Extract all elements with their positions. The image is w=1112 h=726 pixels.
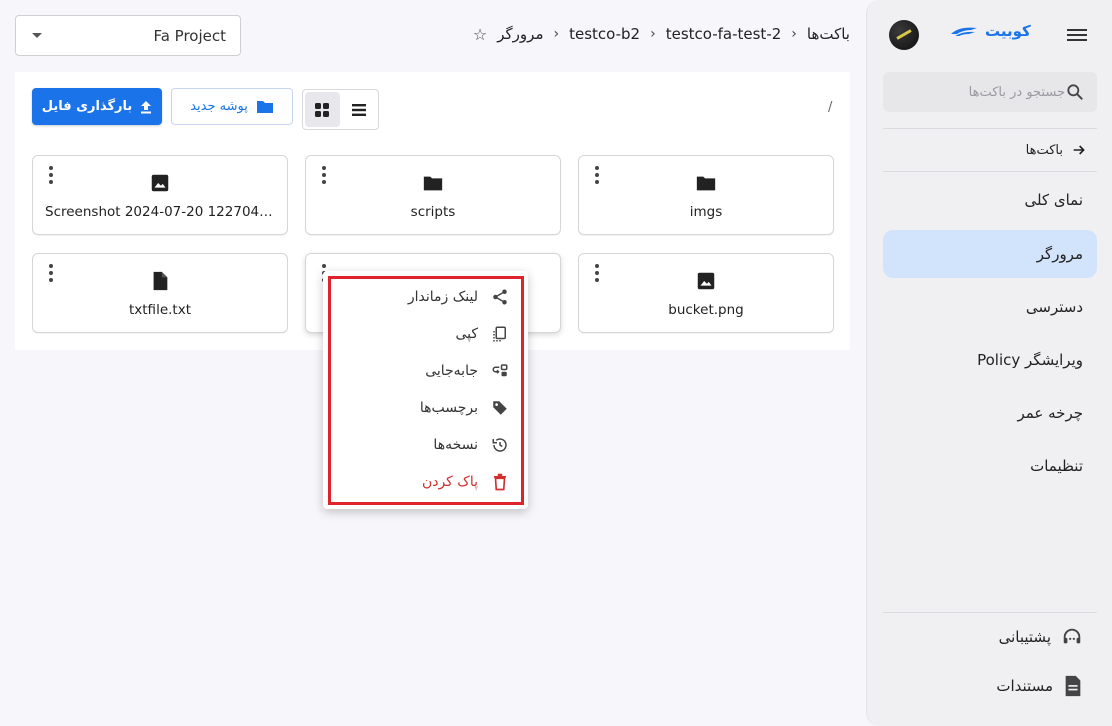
logo-icon [951,27,977,36]
copy-icon [490,324,510,344]
menu-icon[interactable] [1065,26,1089,44]
chevron-left-icon: ‹ [553,26,560,42]
menu-item-presigned-link[interactable]: لینک زماندار [323,279,528,315]
share-icon [490,287,510,307]
sidebar-item-lifecycle[interactable]: چرخه عمر [883,389,1097,437]
menu-item-delete[interactable]: پاک کردن [323,464,528,500]
menu-item-copy[interactable]: کپی [323,316,528,352]
divider [883,171,1097,172]
grid-view-button[interactable] [305,92,340,127]
move-icon [490,361,510,381]
menu-item-label: نسخه‌ها [433,437,478,453]
more-vert-icon[interactable] [318,166,330,186]
search-input[interactable] [895,84,1065,100]
file-card[interactable]: scripts [305,155,561,235]
file-name: scripts [410,204,456,220]
chevron-left-icon: ‹ [650,26,656,42]
more-vert-icon[interactable] [45,166,57,186]
divider [883,612,1097,613]
docs-label: مستندات [996,677,1053,695]
tag-icon [490,398,510,418]
sidebar-item-policy-editor[interactable]: ویرایشگر Policy [883,336,1097,384]
view-toggle [302,89,379,130]
docs-link[interactable]: مستندات [883,671,1097,701]
breadcrumb: باکت‌ها ‹ testco-fa-test-2 ‹ testco-b2 ‹… [473,22,850,46]
new-folder-button[interactable]: پوشه جدید [171,88,293,125]
upload-icon [141,100,152,113]
folder-icon [256,101,273,113]
list-view-button[interactable] [342,92,377,127]
breadcrumb-root[interactable]: باکت‌ها [807,25,850,43]
brand[interactable]: کوبیت [949,22,1031,40]
upload-file-button[interactable]: بارگذاری فایل [32,88,162,125]
new-folder-label: پوشه جدید [190,99,248,114]
project-select[interactable]: Fa Project [15,15,241,56]
document-icon [1065,675,1081,697]
context-menu: لینک زماندار کپی جابه‌جایی برچسب‌ها نسخه… [323,271,528,509]
breadcrumb-current: مرورگر [497,25,544,43]
support-link[interactable]: پشتیبانی [883,622,1097,652]
project-select-value: Fa Project [153,26,226,45]
delete-icon [490,472,510,492]
more-vert-icon[interactable] [591,264,603,284]
file-card[interactable]: bucket.png [578,253,834,333]
file-icon [153,271,168,291]
file-card[interactable]: imgs [578,155,834,235]
menu-item-label: لینک زماندار [407,289,478,305]
headset-icon [1063,628,1081,644]
sidebar-item-access[interactable]: دسترسی [883,283,1097,331]
menu-item-label: پاک کردن [421,474,478,490]
breadcrumb-item[interactable]: testco-fa-test-2 [666,25,782,43]
arrow-right-icon [1073,145,1085,155]
brand-name: کوبیت [985,22,1031,40]
image-icon [697,272,715,290]
bucket-search[interactable] [883,72,1097,112]
file-card[interactable]: Screenshot 2024-07-20 122704.... [32,155,288,235]
menu-item-label: برچسب‌ها [419,400,478,416]
image-icon [151,174,169,192]
breadcrumb-item[interactable]: testco-b2 [569,25,640,43]
caret-down-icon [32,33,42,38]
grid-icon [315,102,330,117]
file-name: imgs [689,204,723,220]
star-icon[interactable]: ☆ [473,25,487,44]
current-path: / [828,100,833,115]
search-icon [1067,84,1083,100]
menu-item-tags[interactable]: برچسب‌ها [323,390,528,426]
file-card[interactable]: txtfile.txt [32,253,288,333]
upload-label: بارگذاری فایل [41,99,133,114]
back-label: باکت‌ها [1025,142,1063,158]
avatar[interactable] [889,20,919,50]
file-name: Screenshot 2024-07-20 122704.... [45,204,275,220]
sidebar-item-browser[interactable]: مرورگر [883,230,1097,278]
sidebar-item-overview[interactable]: نمای کلی [883,176,1097,224]
file-name: bucket.png [668,302,744,318]
sidebar: کوبیت باکت‌ها نمای کلی مرورگر دسترسی ویر… [866,0,1112,726]
divider [883,128,1097,129]
more-vert-icon[interactable] [591,166,603,186]
back-to-buckets[interactable]: باکت‌ها [883,138,1097,162]
list-icon [351,103,366,116]
menu-item-move[interactable]: جابه‌جایی [323,353,528,389]
menu-item-versions[interactable]: نسخه‌ها [323,427,528,463]
more-vert-icon[interactable] [45,264,57,284]
history-icon [490,435,510,455]
folder-icon [696,176,716,191]
sidebar-item-settings[interactable]: تنظیمات [883,442,1097,490]
menu-item-label: جابه‌جایی [425,363,478,379]
file-name: txtfile.txt [128,302,191,318]
support-label: پشتیبانی [998,628,1051,646]
folder-icon [423,176,443,191]
chevron-left-icon: ‹ [791,26,797,42]
menu-item-label: کپی [455,326,478,342]
